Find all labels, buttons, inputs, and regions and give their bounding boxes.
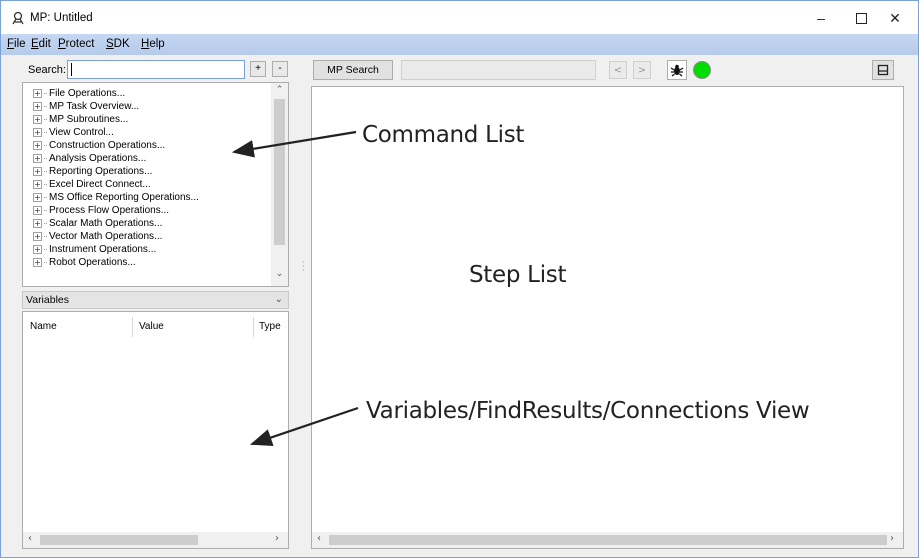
- app-icon: [12, 11, 24, 25]
- expand-icon[interactable]: +: [33, 88, 42, 98]
- splitter-grip[interactable]: · · ·: [302, 259, 305, 275]
- close-button[interactable]: ✕: [875, 1, 915, 35]
- tree-item-label: Instrument Operations...: [49, 243, 157, 255]
- tree-item-construction-operations[interactable]: + Construction Operations...: [33, 139, 165, 151]
- tree-item-process-flow-operations[interactable]: + Process Flow Operations...: [33, 204, 169, 216]
- tree-item-vector-math-operations[interactable]: + Vector Math Operations...: [33, 230, 162, 242]
- variables-view-selector[interactable]: Variables ⌄: [22, 291, 289, 309]
- column-header-type[interactable]: Type: [259, 321, 281, 332]
- menu-bar: File Edit Protect SDK Help: [0, 34, 919, 55]
- variables-view-label: Variables: [26, 294, 69, 306]
- step-search-field[interactable]: [401, 60, 596, 80]
- scroll-left-icon[interactable]: ‹: [317, 533, 321, 544]
- step-list[interactable]: ‹ ›: [311, 86, 904, 549]
- scroll-down-icon[interactable]: ⌄: [271, 269, 288, 279]
- tree-item-view-control[interactable]: + View Control...: [33, 126, 114, 138]
- menu-file[interactable]: File: [7, 38, 26, 50]
- expand-icon[interactable]: +: [33, 205, 42, 215]
- tree-item-label: MP Subroutines...: [49, 113, 129, 125]
- expand-icon[interactable]: +: [33, 192, 42, 202]
- minimize-button[interactable]: –: [801, 1, 841, 35]
- back-button[interactable]: <: [609, 61, 627, 79]
- menu-sdk[interactable]: SDK: [106, 38, 130, 50]
- tree-item-label: MP Task Overview...: [49, 100, 140, 112]
- scroll-up-icon[interactable]: ⌃: [271, 85, 288, 95]
- scrollbar-thumb[interactable]: [274, 99, 285, 245]
- expand-icon[interactable]: +: [33, 244, 42, 254]
- menu-help[interactable]: Help: [141, 38, 165, 50]
- command-list[interactable]: + File Operations... + MP Task Overview...…: [22, 82, 289, 287]
- menu-protect[interactable]: Protect: [58, 38, 94, 50]
- tree-item-mp-task-overview[interactable]: + MP Task Overview...: [33, 100, 139, 112]
- dock-toggle-button[interactable]: [872, 60, 894, 80]
- tree-item-excel-direct-connect[interactable]: + Excel Direct Connect...: [33, 178, 151, 190]
- mp-search-button[interactable]: MP Search: [313, 60, 393, 80]
- tree-item-label: MS Office Reporting Operations...: [49, 191, 199, 203]
- debug-button[interactable]: [667, 60, 687, 80]
- scroll-left-icon[interactable]: ‹: [28, 533, 32, 544]
- tree-item-mp-subroutines[interactable]: + MP Subroutines...: [33, 113, 128, 125]
- text-caret: [71, 63, 72, 76]
- tree-item-ms-office-reporting[interactable]: + MS Office Reporting Operations...: [33, 191, 199, 203]
- tree-item-reporting-operations[interactable]: + Reporting Operations...: [33, 165, 152, 177]
- title-bar: MP: Untitled – ✕: [0, 0, 919, 34]
- expand-icon[interactable]: +: [33, 257, 42, 267]
- tree-item-label: Robot Operations...: [49, 256, 136, 268]
- tree-item-instrument-operations[interactable]: + Instrument Operations...: [33, 243, 156, 255]
- forward-button[interactable]: >: [633, 61, 651, 79]
- expand-icon[interactable]: +: [33, 166, 42, 176]
- menu-edit[interactable]: Edit: [31, 38, 51, 50]
- expand-all-button[interactable]: +: [250, 61, 266, 77]
- tree-item-robot-operations[interactable]: + Robot Operations...: [33, 256, 136, 268]
- window-dock-icon: [877, 64, 889, 76]
- expand-icon[interactable]: +: [33, 140, 42, 150]
- maximize-icon: [855, 12, 867, 24]
- scroll-right-icon[interactable]: ›: [890, 533, 894, 544]
- tree-item-label: File Operations...: [49, 87, 126, 99]
- tree-item-scalar-math-operations[interactable]: + Scalar Math Operations...: [33, 217, 162, 229]
- status-indicator: [693, 61, 711, 79]
- column-header-name[interactable]: Name: [30, 321, 57, 332]
- annotation-step-list: Step List: [469, 262, 567, 288]
- expand-icon[interactable]: +: [33, 231, 42, 241]
- bug-icon: [670, 64, 684, 77]
- command-list-scrollbar[interactable]: ⌃ ⌄: [271, 83, 288, 286]
- annotation-command-list: Command List: [362, 122, 525, 148]
- tree-item-label: Construction Operations...: [49, 139, 166, 151]
- scrollbar-thumb[interactable]: [40, 535, 198, 545]
- tree-item-label: View Control...: [49, 126, 114, 138]
- variables-panel[interactable]: Name Value Type ‹ ›: [22, 311, 289, 549]
- expand-icon[interactable]: +: [33, 101, 42, 111]
- tree-item-label: Analysis Operations...: [49, 152, 147, 164]
- expand-icon[interactable]: +: [33, 179, 42, 189]
- tree-item-analysis-operations[interactable]: + Analysis Operations...: [33, 152, 146, 164]
- window-title: MP: Untitled: [30, 12, 93, 24]
- tree-item-label: Scalar Math Operations...: [49, 217, 163, 229]
- expand-icon[interactable]: +: [33, 114, 42, 124]
- column-separator[interactable]: [253, 317, 254, 337]
- scrollbar-thumb[interactable]: [329, 535, 887, 545]
- search-input[interactable]: [67, 60, 245, 79]
- tree-item-label: Process Flow Operations...: [49, 204, 170, 216]
- scroll-right-icon[interactable]: ›: [275, 533, 279, 544]
- column-separator[interactable]: [132, 317, 133, 337]
- column-header-value[interactable]: Value: [139, 321, 164, 332]
- collapse-all-button[interactable]: -: [272, 61, 288, 77]
- tree-item-label: Reporting Operations...: [49, 165, 153, 177]
- expand-icon[interactable]: +: [33, 153, 42, 163]
- tree-item-file-operations[interactable]: + File Operations...: [33, 87, 125, 99]
- tree-item-label: Vector Math Operations...: [49, 230, 163, 242]
- expand-icon[interactable]: +: [33, 218, 42, 228]
- tree-item-label: Excel Direct Connect...: [49, 178, 151, 190]
- search-label: Search:: [28, 64, 66, 76]
- variables-horizontal-scrollbar[interactable]: ‹ ›: [23, 532, 288, 548]
- chevron-down-icon: ⌄: [274, 294, 283, 305]
- expand-icon[interactable]: +: [33, 127, 42, 137]
- annotation-variables-view: Variables/FindResults/Connections View: [366, 398, 810, 424]
- step-list-horizontal-scrollbar[interactable]: ‹ ›: [312, 532, 903, 548]
